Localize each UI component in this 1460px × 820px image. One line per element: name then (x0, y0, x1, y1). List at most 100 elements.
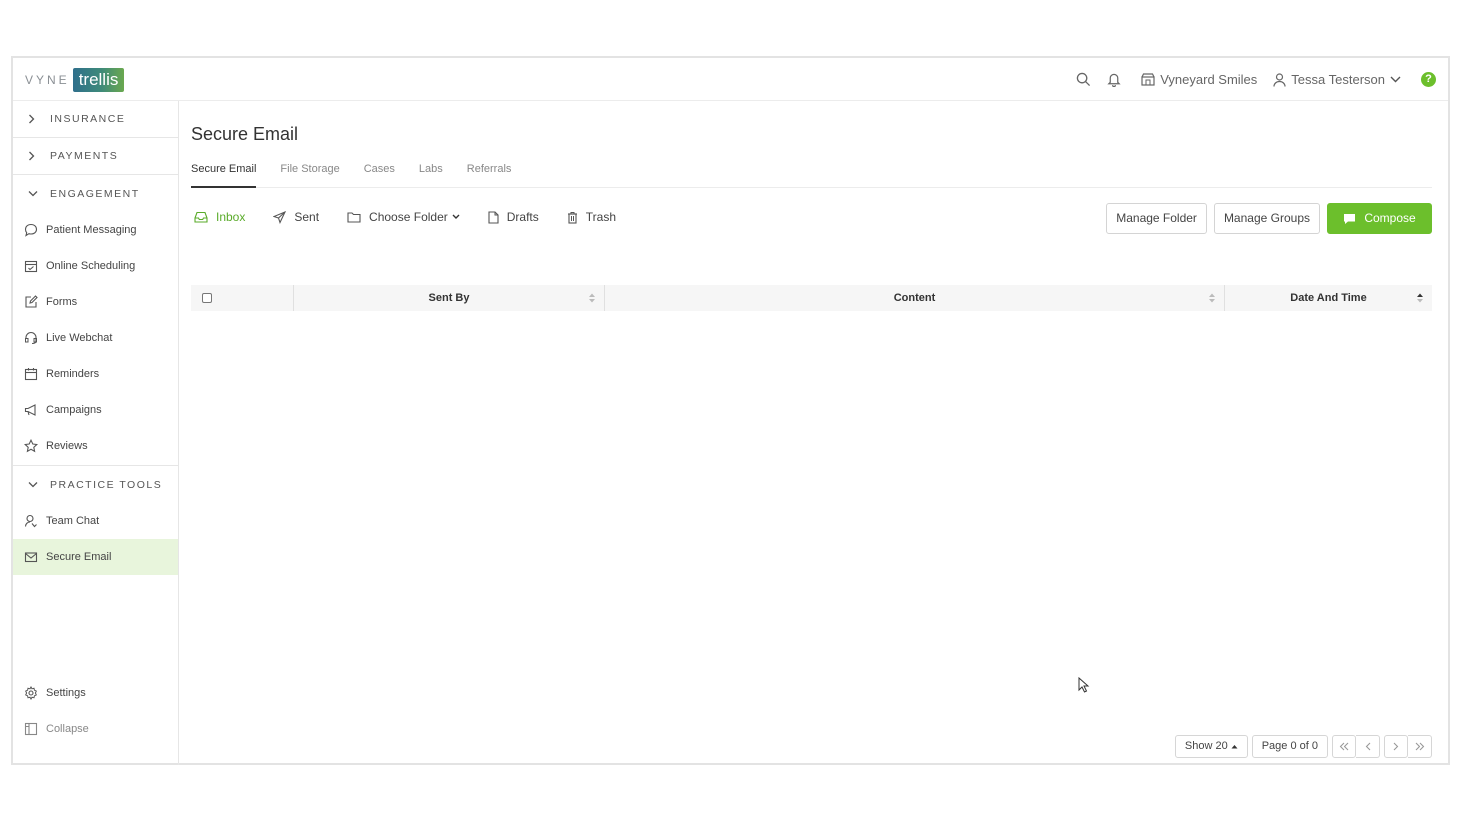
bell-icon[interactable] (1107, 72, 1121, 87)
column-header-content[interactable]: Content (605, 285, 1225, 311)
sidebar-section-engagement[interactable]: ENGAGEMENT (13, 175, 178, 212)
page-indicator: Page 0 of 0 (1251, 735, 1328, 758)
megaphone-icon (24, 404, 36, 416)
caret-up-icon (1231, 745, 1238, 749)
tab-labs[interactable]: Labs (419, 156, 443, 188)
manage-folder-button[interactable]: Manage Folder (1106, 203, 1207, 234)
mouse-cursor-icon (1078, 677, 1090, 693)
column-header-sent-by[interactable]: Sent By (294, 285, 605, 311)
folder-drafts[interactable]: Drafts (488, 210, 539, 224)
headset-icon (25, 332, 37, 345)
sidebar-item-collapse[interactable]: Collapse (13, 711, 178, 747)
page-size-select[interactable]: Show 20 (1174, 735, 1248, 758)
chevron-right-icon (1393, 742, 1399, 751)
sidebar-item-secure-email[interactable]: Secure Email (13, 539, 178, 575)
sidebar-section-payments[interactable]: PAYMENTS (13, 138, 178, 175)
sort-icon (1417, 293, 1423, 303)
compose-chat-icon (1344, 213, 1356, 224)
chevron-down-icon (28, 481, 40, 488)
document-icon (488, 210, 499, 224)
sidebar-item-patient-messaging[interactable]: Patient Messaging (13, 212, 178, 248)
search-icon[interactable] (1076, 72, 1091, 87)
trash-icon (567, 211, 577, 224)
sidebar-item-reminders[interactable]: Reminders (13, 356, 178, 392)
page-size-label: Show 20 (1184, 740, 1228, 752)
last-page-button[interactable] (1408, 735, 1432, 758)
folder-sent[interactable]: Sent (273, 210, 319, 224)
prev-page-button[interactable] (1356, 735, 1380, 758)
sidebar-item-label: Campaigns (46, 404, 102, 416)
sidebar-item-label: Reviews (46, 440, 88, 452)
folder-label: Drafts (506, 210, 539, 224)
sidebar-item-forms[interactable]: Forms (13, 284, 178, 320)
tab-referrals[interactable]: Referrals (467, 156, 512, 188)
tab-file-storage[interactable]: File Storage (280, 156, 339, 188)
chevron-down-icon (1390, 76, 1401, 83)
store-icon (1141, 73, 1155, 86)
folder-inbox[interactable]: Inbox (194, 210, 245, 224)
first-page-button[interactable] (1332, 735, 1356, 758)
sidebar-section-label: PRACTICE TOOLS (50, 478, 163, 491)
compose-button[interactable]: Compose (1327, 203, 1432, 234)
sidebar-item-live-webchat[interactable]: Live Webchat (13, 320, 178, 356)
action-buttons: Manage Folder Manage Groups Compose (1099, 203, 1432, 234)
sidebar-item-campaigns[interactable]: Campaigns (13, 392, 178, 428)
tab-bar: Secure Email File Storage Cases Labs Ref… (191, 156, 1432, 188)
sidebar-item-label: Forms (46, 296, 78, 308)
folder-trash[interactable]: Trash (567, 210, 616, 224)
inbox-icon (194, 211, 208, 223)
practice-name: Vyneyard Smiles (1160, 72, 1258, 87)
double-chevron-left-icon (1339, 742, 1349, 751)
folder-icon (347, 212, 361, 223)
calendar-check-icon (24, 260, 38, 273)
collapse-panel-icon (24, 722, 38, 736)
select-all-cell (191, 285, 294, 311)
sidebar-section-insurance[interactable]: INSURANCE (13, 101, 178, 138)
chevron-down-icon (452, 214, 460, 219)
main-content: Secure Email Secure Email File Storage C… (190, 101, 1448, 763)
tab-cases[interactable]: Cases (364, 156, 395, 188)
logo-vyne-text: VYNE (25, 72, 70, 87)
sidebar-item-label: Collapse (46, 723, 89, 735)
sidebar-footer: Settings Collapse (13, 675, 178, 747)
select-all-checkbox[interactable] (202, 293, 212, 303)
sidebar-item-label: Team Chat (46, 515, 100, 527)
folder-label: Choose Folder (369, 210, 448, 224)
folder-label: Inbox (216, 210, 246, 224)
envelope-icon (24, 552, 38, 563)
sidebar: INSURANCE PAYMENTS ENGAGEMENT Patient Me… (13, 101, 179, 765)
user-menu[interactable]: Tessa Testerson (1273, 72, 1401, 87)
folder-label: Trash (585, 210, 617, 224)
column-header-date-and-time[interactable]: Date And Time (1225, 285, 1432, 311)
edit-form-icon (25, 295, 38, 308)
team-chat-icon (24, 514, 37, 528)
calendar-icon (24, 368, 38, 381)
sidebar-section-practice-tools[interactable]: PRACTICE TOOLS (13, 466, 178, 503)
sidebar-item-reviews[interactable]: Reviews (13, 428, 178, 464)
column-label: Content (893, 292, 936, 304)
user-name: Tessa Testerson (1291, 72, 1385, 87)
user-icon (1273, 72, 1286, 87)
sidebar-item-label: Live Webchat (46, 332, 113, 344)
manage-groups-button[interactable]: Manage Groups (1213, 203, 1320, 234)
folder-toolbar: Inbox Sent Choose Folder Drafts Trash (194, 210, 644, 224)
sidebar-item-label: Online Scheduling (46, 260, 136, 272)
choose-folder-dropdown[interactable]: Choose Folder (347, 210, 460, 224)
sidebar-item-team-chat[interactable]: Team Chat (13, 503, 178, 539)
folder-label: Sent (294, 210, 320, 224)
gear-icon (25, 686, 37, 700)
chevron-left-icon (1365, 742, 1370, 751)
top-bar: VYNE trellis Vyneyard Smiles Tessa Teste… (13, 58, 1448, 101)
sort-icon (1209, 293, 1215, 303)
logo[interactable]: VYNE trellis (25, 67, 125, 92)
sidebar-section-label: PAYMENTS (50, 150, 119, 162)
practice-selector[interactable]: Vyneyard Smiles (1141, 72, 1257, 87)
column-label: Date And Time (1290, 292, 1367, 304)
sidebar-item-online-scheduling[interactable]: Online Scheduling (13, 248, 178, 284)
sidebar-item-label: Settings (46, 687, 86, 699)
next-page-button[interactable] (1384, 735, 1408, 758)
chevron-down-icon (28, 190, 40, 197)
sidebar-item-settings[interactable]: Settings (13, 675, 178, 711)
help-icon[interactable]: ? (1421, 72, 1436, 87)
tab-secure-email[interactable]: Secure Email (191, 156, 257, 188)
